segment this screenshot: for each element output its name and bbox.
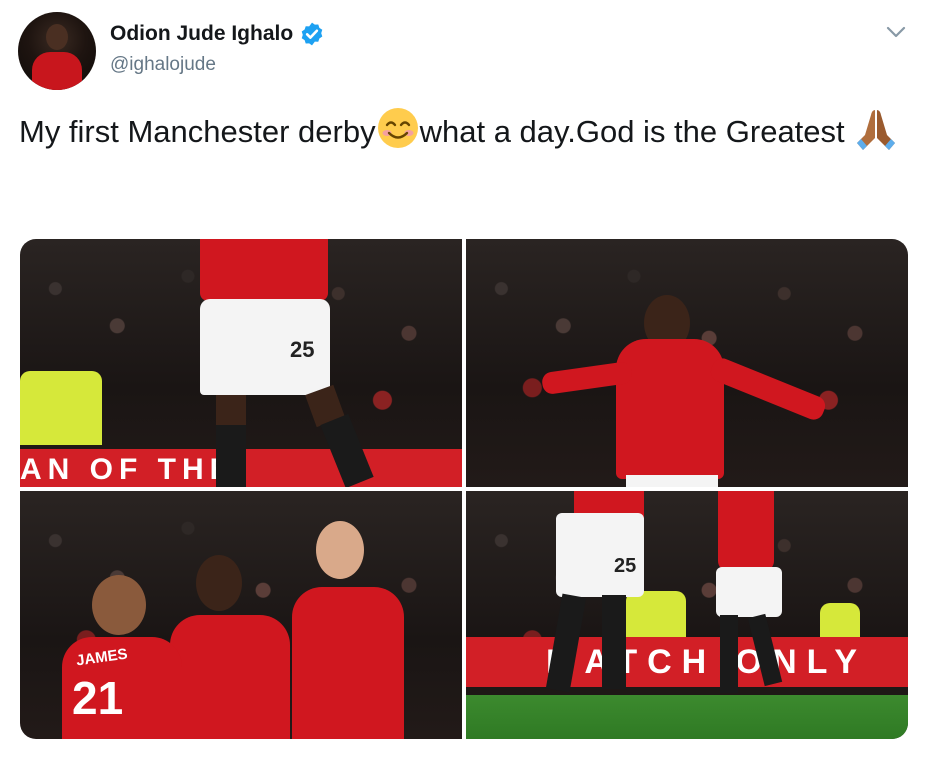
avatar[interactable] bbox=[18, 12, 96, 90]
shirt-number: 21 bbox=[72, 672, 124, 724]
board-text: MATCH ONLY bbox=[546, 643, 867, 681]
media-grid: AN OF THE 25 JAMES 21 MATCH ONLY 25 bbox=[20, 239, 908, 739]
tweet-text-part-2: what a day.God is the Greatest bbox=[419, 114, 845, 149]
chevron-down-icon[interactable] bbox=[885, 24, 907, 40]
board-text: AN OF THE bbox=[20, 453, 236, 486]
player-shirt-middle bbox=[170, 615, 290, 739]
player-shirt bbox=[616, 339, 724, 479]
player-head-right bbox=[316, 521, 364, 579]
photo-3[interactable]: JAMES 21 bbox=[20, 491, 462, 739]
steward-figure bbox=[20, 371, 102, 445]
player-head-middle bbox=[196, 555, 242, 611]
player-head-left bbox=[92, 575, 146, 635]
display-name[interactable]: Odion Jude Ighalo bbox=[110, 22, 293, 46]
display-name-row: Odion Jude Ighalo bbox=[110, 18, 325, 50]
tweet-card: Odion Jude Ighalo @ighalojude My first M… bbox=[0, 0, 931, 768]
shorts-number: 25 bbox=[290, 337, 315, 362]
author-handle[interactable]: @ighalojude bbox=[110, 54, 325, 76]
tweet-text-part-1: My first Manchester derby bbox=[19, 114, 376, 149]
pitch bbox=[466, 695, 908, 739]
player-leg-left bbox=[216, 395, 246, 425]
smiling-face-emoji-icon bbox=[377, 108, 418, 148]
photo-2[interactable] bbox=[466, 239, 908, 487]
player-sock-right bbox=[602, 595, 626, 689]
avatar-shirt bbox=[32, 52, 82, 90]
player-sock-left bbox=[216, 425, 246, 487]
tweet-text: My first Manchester derby what a day.God… bbox=[19, 106, 899, 156]
author-block: Odion Jude Ighalo @ighalojude bbox=[110, 18, 325, 76]
folded-hands-emoji-icon bbox=[856, 110, 895, 150]
photo-1[interactable]: AN OF THE 25 bbox=[20, 239, 462, 487]
avatar-head bbox=[46, 24, 68, 50]
player-shirt-right bbox=[292, 587, 404, 739]
shorts-number: 25 bbox=[614, 555, 637, 577]
verified-badge-icon bbox=[301, 22, 323, 46]
photo-4[interactable]: MATCH ONLY 25 bbox=[466, 491, 908, 739]
second-player-sock-left bbox=[720, 615, 738, 693]
second-player-shorts bbox=[716, 567, 782, 617]
player-shorts bbox=[626, 475, 718, 487]
player-shirt bbox=[200, 239, 328, 301]
second-player-shirt bbox=[718, 491, 774, 571]
steward-figure bbox=[626, 591, 686, 637]
advertising-board: MATCH ONLY bbox=[466, 637, 908, 687]
